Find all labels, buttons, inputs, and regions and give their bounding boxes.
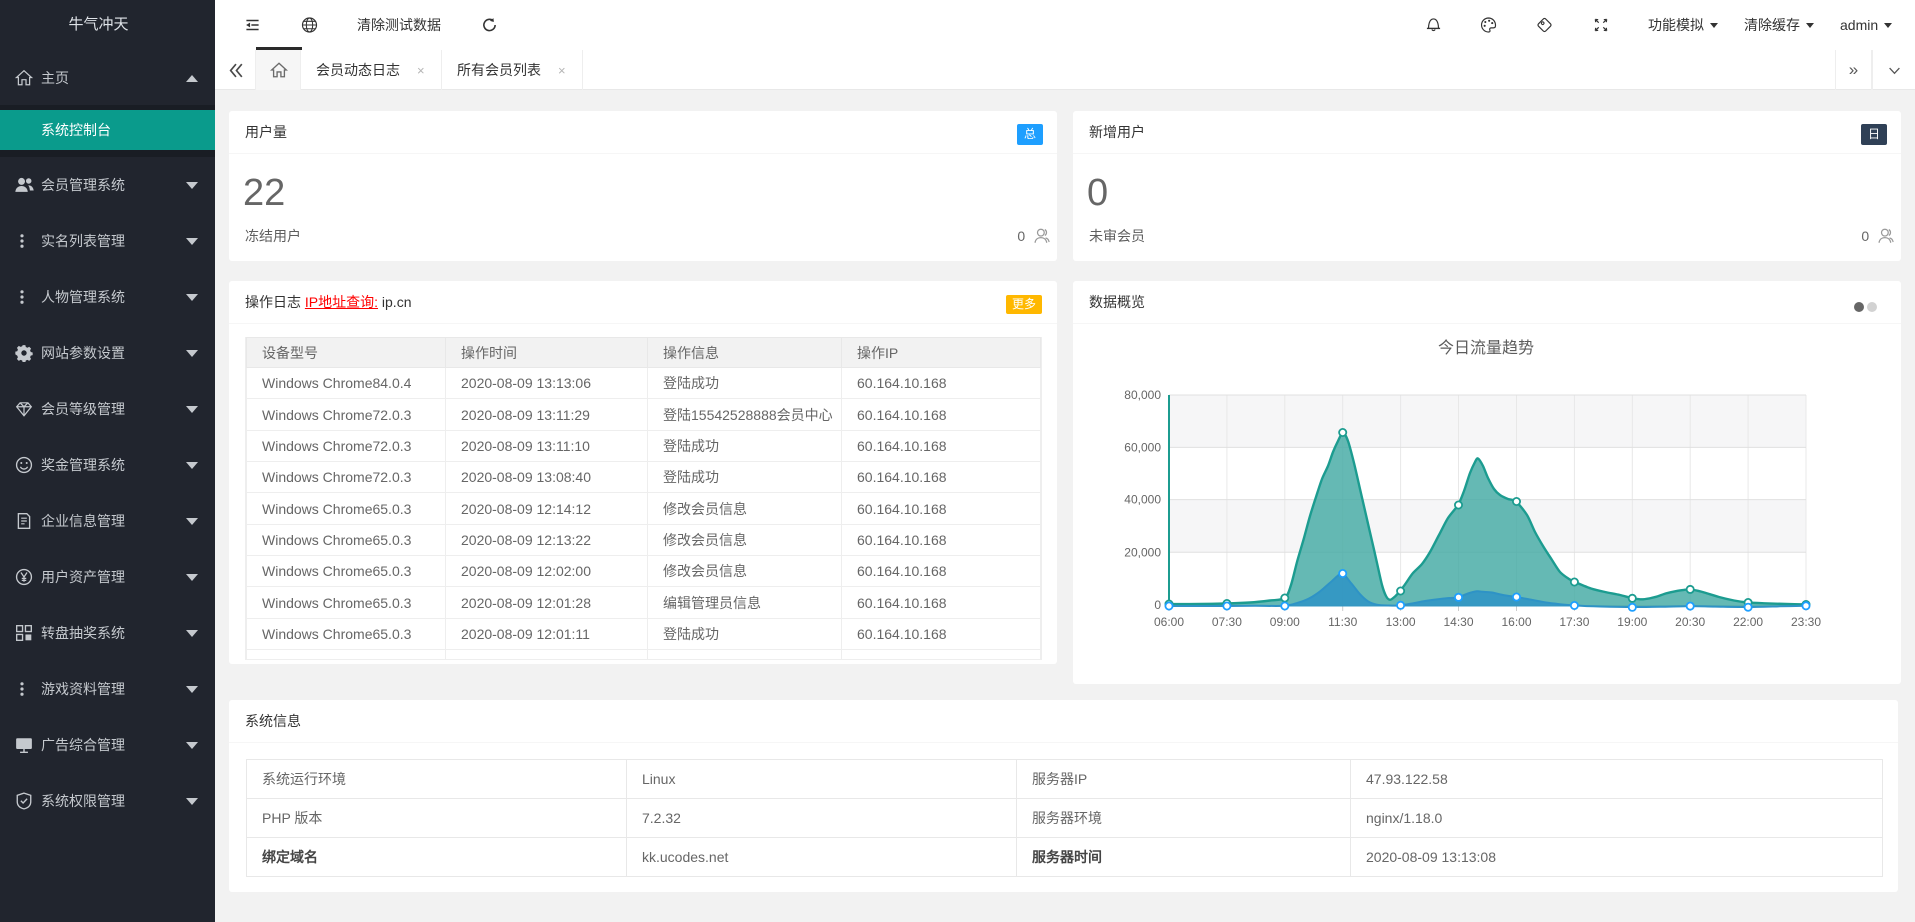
- svg-text:19:00: 19:00: [1617, 615, 1647, 629]
- svg-text:20,000: 20,000: [1124, 545, 1161, 559]
- svg-text:07:30: 07:30: [1212, 615, 1242, 629]
- svg-text:今日流量趋势: 今日流量趋势: [1438, 339, 1534, 357]
- svg-text:40,000: 40,000: [1124, 493, 1161, 507]
- svg-text:13:00: 13:00: [1386, 615, 1416, 629]
- svg-text:11:30: 11:30: [1328, 615, 1357, 629]
- svg-text:06:00: 06:00: [1154, 615, 1184, 629]
- svg-text:17:30: 17:30: [1559, 615, 1589, 629]
- svg-text:22:00: 22:00: [1733, 615, 1763, 629]
- svg-text:80,000: 80,000: [1124, 388, 1161, 402]
- svg-text:16:00: 16:00: [1501, 615, 1531, 629]
- svg-text:0: 0: [1154, 598, 1161, 612]
- svg-text:09:00: 09:00: [1270, 615, 1300, 629]
- svg-text:60,000: 60,000: [1124, 440, 1161, 454]
- svg-text:14:30: 14:30: [1443, 615, 1473, 629]
- svg-text:20:30: 20:30: [1675, 615, 1705, 629]
- svg-text:23:30: 23:30: [1791, 615, 1821, 629]
